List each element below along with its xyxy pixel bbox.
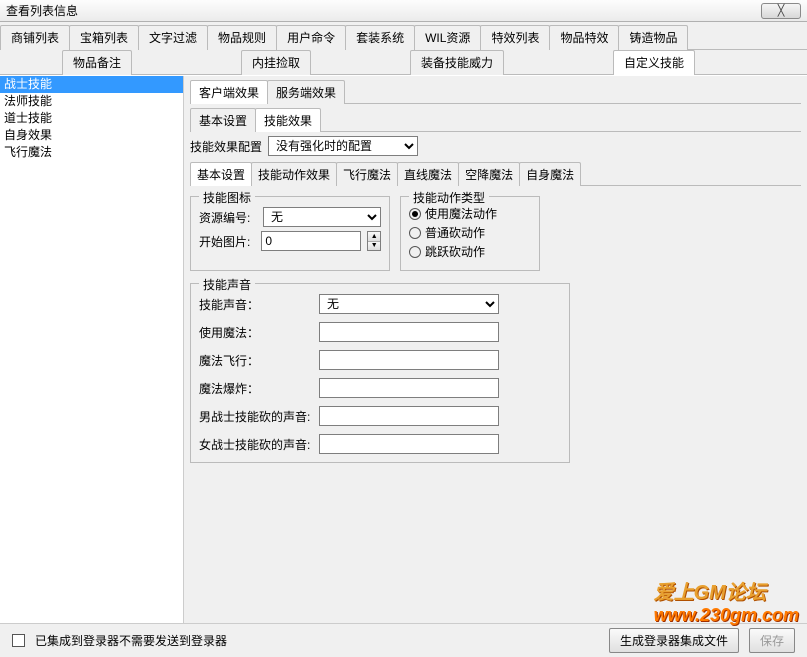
panel-tab[interactable]: 服务端效果 bbox=[267, 80, 345, 104]
top-tab[interactable]: 商铺列表 bbox=[0, 25, 70, 50]
res-dropdown[interactable]: 无 bbox=[263, 207, 381, 227]
top-tab[interactable]: 物品规则 bbox=[207, 25, 277, 50]
action-radio-row[interactable]: 跳跃砍动作 bbox=[409, 243, 531, 260]
top-tab[interactable]: 宝箱列表 bbox=[69, 25, 139, 50]
inner-tab[interactable]: 技能效果 bbox=[255, 108, 321, 132]
action-radio-row[interactable]: 使用魔法动作 bbox=[409, 205, 531, 222]
radio-icon[interactable] bbox=[409, 246, 421, 258]
panel-tab[interactable]: 客户端效果 bbox=[190, 80, 268, 104]
integrated-checkbox[interactable] bbox=[12, 634, 25, 647]
sound-label: 使用魔法： bbox=[199, 324, 319, 341]
top-tab[interactable]: 装备技能威力 bbox=[410, 50, 504, 75]
sound-label: 女战士技能砍的声音: bbox=[199, 436, 319, 453]
detail-tab[interactable]: 直线魔法 bbox=[397, 162, 459, 186]
sound-input[interactable] bbox=[319, 406, 499, 426]
top-tab[interactable]: 自定义技能 bbox=[613, 50, 695, 75]
icon-fieldset: 技能图标 资源编号: 无 开始图片: ▲▼ bbox=[190, 196, 390, 271]
close-icon[interactable]: ╳ bbox=[761, 3, 801, 19]
sound-input[interactable] bbox=[319, 434, 499, 454]
sound-input[interactable]: 无 bbox=[319, 294, 499, 314]
integrated-label: 已集成到登录器不需要发送到登录器 bbox=[35, 632, 227, 649]
top-tab[interactable]: 物品备注 bbox=[62, 50, 132, 75]
inner-tabs: 基本设置技能效果 bbox=[190, 108, 801, 132]
detail-tab[interactable]: 基本设置 bbox=[190, 162, 252, 186]
action-legend: 技能动作类型 bbox=[409, 189, 489, 206]
action-radio-row[interactable]: 普通砍动作 bbox=[409, 224, 531, 241]
top-tab[interactable]: 铸造物品 bbox=[618, 25, 688, 50]
sound-label: 魔法爆炸： bbox=[199, 380, 319, 397]
config-row: 技能效果配置 没有强化时的配置 bbox=[190, 136, 801, 156]
action-fieldset: 技能动作类型 使用魔法动作普通砍动作跳跃砍动作 bbox=[400, 196, 540, 271]
sidebar-item[interactable]: 战士技能 bbox=[0, 76, 183, 93]
start-input[interactable] bbox=[261, 231, 361, 251]
generate-button[interactable]: 生成登录器集成文件 bbox=[609, 628, 739, 653]
spin-down-icon: ▼ bbox=[368, 242, 380, 251]
config-dropdown[interactable]: 没有强化时的配置 bbox=[268, 136, 418, 156]
config-label: 技能效果配置 bbox=[190, 138, 262, 155]
sidebar-item[interactable]: 法师技能 bbox=[0, 93, 183, 110]
titlebar: 查看列表信息 ╳ bbox=[0, 0, 807, 22]
top-tab[interactable]: 特效列表 bbox=[480, 25, 550, 50]
top-tab[interactable]: 套装系统 bbox=[345, 25, 415, 50]
top-tab[interactable]: 用户命令 bbox=[276, 25, 346, 50]
detail-tab[interactable]: 空降魔法 bbox=[458, 162, 520, 186]
save-button[interactable]: 保存 bbox=[749, 628, 795, 653]
sidebar-item[interactable]: 飞行魔法 bbox=[0, 144, 183, 161]
spin-up-icon: ▲ bbox=[368, 232, 380, 242]
spin-buttons[interactable]: ▲▼ bbox=[367, 231, 381, 251]
sound-label: 魔法飞行： bbox=[199, 352, 319, 369]
sound-label: 技能声音： bbox=[199, 296, 319, 313]
radio-label: 使用魔法动作 bbox=[425, 205, 497, 222]
panel-tabs: 客户端效果服务端效果 bbox=[190, 80, 801, 104]
sound-fieldset: 技能声音 技能声音：无使用魔法：魔法飞行：魔法爆炸：男战士技能砍的声音:女战士技… bbox=[190, 283, 570, 463]
detail-tab[interactable]: 技能动作效果 bbox=[251, 162, 337, 186]
sidebar: 战士技能法师技能道士技能自身效果飞行魔法 bbox=[0, 76, 184, 623]
main-panel: 客户端效果服务端效果 基本设置技能效果 技能效果配置 没有强化时的配置 基本设置… bbox=[184, 76, 807, 623]
res-label: 资源编号: bbox=[199, 209, 257, 226]
sound-input[interactable] bbox=[319, 378, 499, 398]
radio-icon[interactable] bbox=[409, 227, 421, 239]
sidebar-item[interactable]: 道士技能 bbox=[0, 110, 183, 127]
top-tab[interactable]: 物品特效 bbox=[549, 25, 619, 50]
sound-label: 男战士技能砍的声音: bbox=[199, 408, 319, 425]
sound-legend: 技能声音 bbox=[199, 276, 255, 293]
sound-input[interactable] bbox=[319, 350, 499, 370]
footer: 已集成到登录器不需要发送到登录器 生成登录器集成文件 保存 bbox=[0, 623, 807, 657]
start-label: 开始图片: bbox=[199, 233, 255, 250]
detail-tabs: 基本设置技能动作效果飞行魔法直线魔法空降魔法自身魔法 bbox=[190, 162, 801, 186]
icon-legend: 技能图标 bbox=[199, 189, 255, 206]
top-tab[interactable]: 文字过滤 bbox=[138, 25, 208, 50]
radio-label: 普通砍动作 bbox=[425, 224, 485, 241]
detail-tab[interactable]: 飞行魔法 bbox=[336, 162, 398, 186]
inner-tab[interactable]: 基本设置 bbox=[190, 108, 256, 132]
radio-icon[interactable] bbox=[409, 208, 421, 220]
sidebar-item[interactable]: 自身效果 bbox=[0, 127, 183, 144]
top-tab[interactable]: WIL资源 bbox=[414, 25, 481, 50]
top-tab[interactable]: 内挂捡取 bbox=[241, 50, 311, 75]
detail-tab[interactable]: 自身魔法 bbox=[519, 162, 581, 186]
radio-label: 跳跃砍动作 bbox=[425, 243, 485, 260]
top-tabs: 商铺列表宝箱列表文字过滤物品规则用户命令套装系统WIL资源特效列表物品特效铸造物… bbox=[0, 22, 807, 75]
sound-input[interactable] bbox=[319, 322, 499, 342]
window-title: 查看列表信息 bbox=[6, 2, 761, 19]
